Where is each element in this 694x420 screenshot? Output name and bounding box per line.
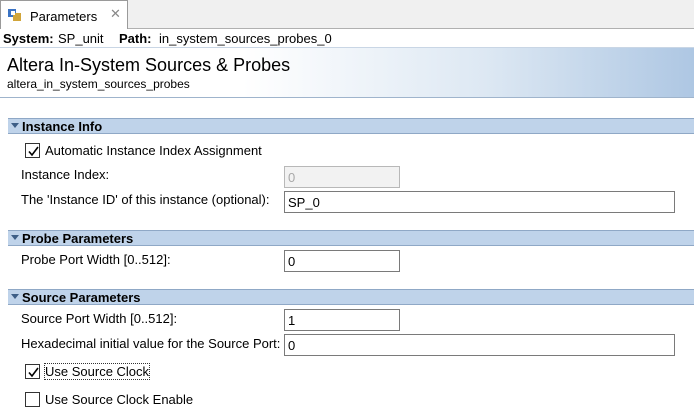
use-source-clock-enable-checkbox[interactable]: [25, 392, 40, 407]
section-probe-parameters[interactable]: Probe Parameters: [8, 230, 694, 246]
section-source-parameters[interactable]: Source Parameters: [8, 289, 694, 305]
probe-width-label: Probe Port Width [0..512]:: [21, 252, 171, 267]
component-title: Altera In-System Sources & Probes: [7, 55, 291, 75]
checkmark-icon: [28, 367, 39, 378]
component-header: Altera In-System Sources & Probes altera…: [0, 47, 694, 98]
system-key: System:: [3, 31, 54, 46]
use-source-clock-enable-label: Use Source Clock Enable: [45, 392, 194, 407]
section-instance-info[interactable]: Instance Info: [8, 118, 694, 134]
system-value: SP_unit: [58, 31, 104, 46]
source-width-input[interactable]: [284, 309, 400, 331]
tab-parameters[interactable]: Parameters ✕: [0, 0, 128, 29]
section-title: Instance Info: [22, 119, 103, 134]
path-value: in_system_sources_probes_0: [159, 31, 332, 46]
tab-bar: Parameters ✕: [0, 0, 694, 29]
section-title: Source Parameters: [22, 290, 141, 305]
path-key: Path:: [119, 31, 152, 46]
probe-width-input[interactable]: [284, 250, 400, 272]
close-icon[interactable]: ✕: [110, 6, 121, 22]
parameters-icon: [8, 8, 22, 22]
section-title: Probe Parameters: [22, 231, 134, 246]
hex-initial-input[interactable]: [284, 334, 675, 356]
instance-index-input[interactable]: [284, 166, 400, 188]
instance-id-input[interactable]: [284, 191, 675, 213]
auto-index-checkbox[interactable]: [25, 143, 40, 158]
collapse-triangle-icon[interactable]: [11, 123, 19, 128]
auto-index-label: Automatic Instance Index Assignment: [45, 143, 262, 158]
collapse-triangle-icon[interactable]: [11, 294, 19, 299]
instance-id-label: The 'Instance ID' of this instance (opti…: [21, 192, 270, 207]
use-source-clock-checkbox[interactable]: [25, 364, 40, 379]
checkmark-icon: [28, 146, 39, 157]
hex-initial-label: Hexadecimal initial value for the Source…: [21, 336, 281, 351]
instance-index-label: Instance Index:: [21, 167, 110, 182]
use-source-clock-label: Use Source Clock: [43, 363, 151, 380]
collapse-triangle-icon[interactable]: [11, 235, 19, 240]
source-width-label: Source Port Width [0..512]:: [21, 311, 178, 326]
tab-label: Parameters: [30, 9, 98, 24]
component-subtitle: altera_in_system_sources_probes: [7, 77, 190, 91]
path-bar: System: SP_unit Path: in_system_sources_…: [0, 30, 694, 47]
